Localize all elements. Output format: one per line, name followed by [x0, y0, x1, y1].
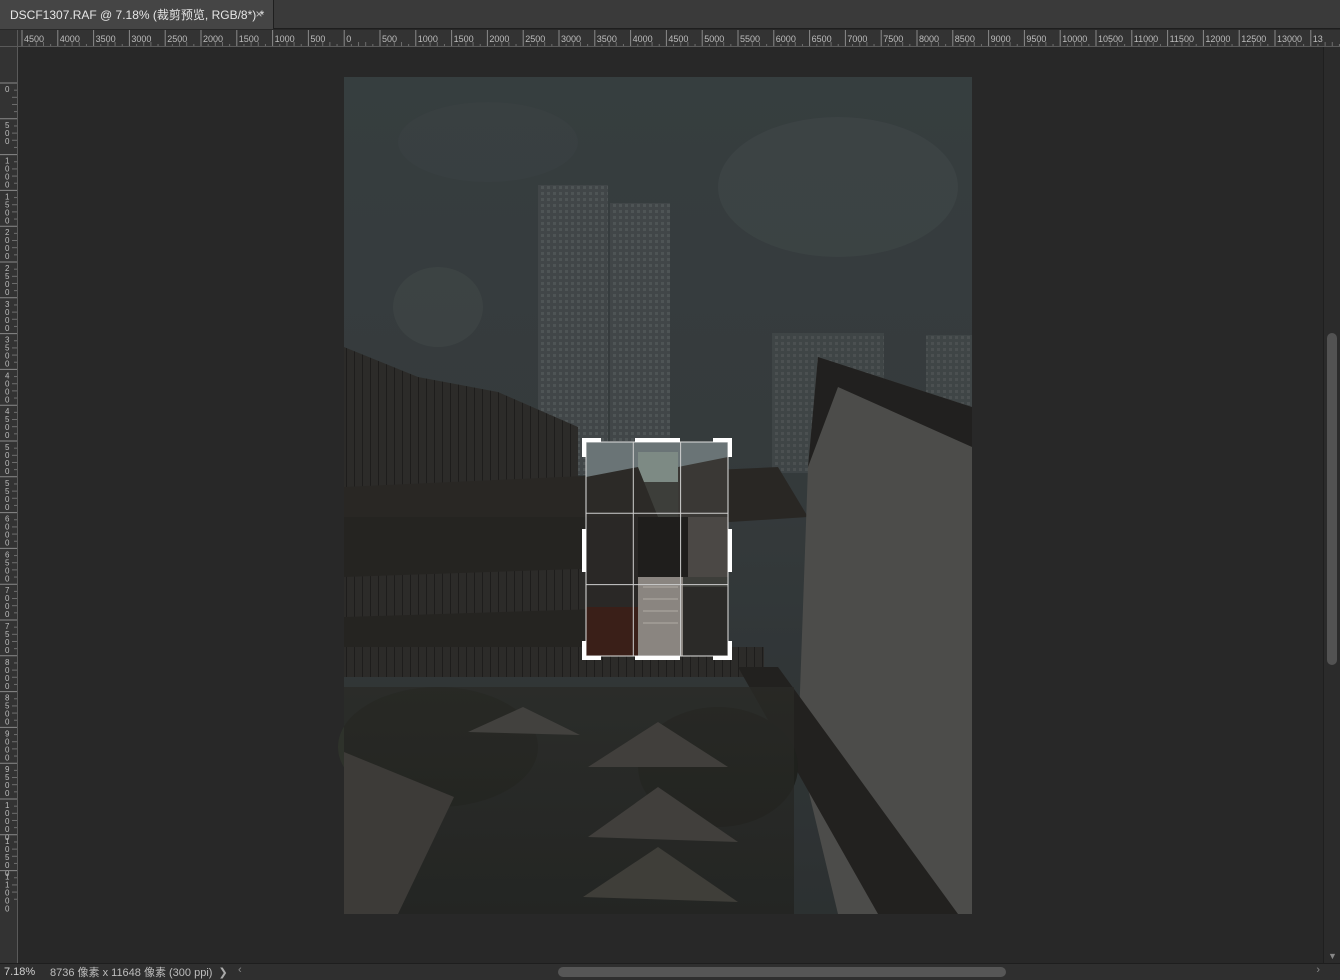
- ruler-label: 0: [5, 252, 10, 261]
- ruler-label: 3000: [131, 34, 151, 44]
- ruler-label: 4500: [24, 34, 44, 44]
- ruler-label: 0: [346, 34, 351, 44]
- ruler-label: 6000: [776, 34, 796, 44]
- document-tab-bar: DSCF1307.RAF @ 7.18% (裁剪预览, RGB/8*) * ×: [0, 0, 1340, 29]
- ruler-label: 0: [5, 610, 10, 619]
- close-icon[interactable]: ×: [253, 8, 265, 20]
- ruler-label: 1000: [275, 34, 295, 44]
- ruler-label: 0: [5, 467, 10, 476]
- ruler-label: 0: [5, 137, 10, 146]
- ruler-label: 4500: [668, 34, 688, 44]
- ruler-label: 0: [5, 682, 10, 691]
- ruler-label: 0: [5, 503, 10, 512]
- ruler-label: 0: [5, 216, 10, 225]
- ruler-label: 9000: [991, 34, 1011, 44]
- vertical-ruler[interactable]: 0500100015002000250030003500400045005000…: [0, 47, 18, 963]
- ruler-label: 0: [5, 288, 10, 297]
- horizontal-scroll-thumb[interactable]: [558, 967, 1006, 977]
- ruler-label: 13: [1313, 34, 1323, 44]
- ruler-label: 8000: [919, 34, 939, 44]
- ruler-label: 9500: [1026, 34, 1046, 44]
- ruler-label: 3000: [561, 34, 581, 44]
- ruler-label: 1500: [454, 34, 474, 44]
- ruler-label: 5000: [704, 34, 724, 44]
- ruler-label: 10500: [1098, 34, 1123, 44]
- ruler-label: 12500: [1241, 34, 1266, 44]
- ruler-label: 2000: [489, 34, 509, 44]
- ruler-label: 3500: [96, 34, 116, 44]
- ruler-label: 500: [382, 34, 397, 44]
- ruler-label: 0: [5, 789, 10, 798]
- ruler-label: 1500: [239, 34, 259, 44]
- document-info: 8736 像素 x 11648 像素 (300 ppi): [50, 967, 213, 979]
- ruler-label: 0: [5, 753, 10, 762]
- ruler-label: 13000: [1277, 34, 1302, 44]
- scroll-left-icon[interactable]: ‹: [238, 964, 242, 976]
- ruler-label: 0: [5, 85, 10, 94]
- crop-preview: [586, 442, 728, 656]
- ruler-label: 5500: [740, 34, 760, 44]
- document-tab-title: DSCF1307.RAF @ 7.18% (裁剪预览, RGB/8*) *: [10, 8, 265, 22]
- ruler-label: 0: [5, 431, 10, 440]
- ruler-label: 7500: [883, 34, 903, 44]
- scroll-down-icon[interactable]: ▼: [1328, 951, 1337, 961]
- document-tab[interactable]: DSCF1307.RAF @ 7.18% (裁剪预览, RGB/8*) * ×: [0, 0, 274, 29]
- ruler-label: 11000: [1134, 34, 1158, 44]
- ruler-label: 0: [5, 574, 10, 583]
- ruler-label: 7000: [847, 34, 867, 44]
- horizontal-ruler-scale: 4500 4000 3500 3000 2500 2000 1500 1000 500 0 500 1…: [21, 30, 1340, 46]
- ruler-label: 0: [5, 181, 10, 190]
- horizontal-ruler[interactable]: 4500 4000 3500 3000 2500 2000 1500 1000 500 0 500 1…: [18, 30, 1340, 47]
- ruler-label: 4000: [633, 34, 653, 44]
- ruler-label: 6500: [812, 34, 832, 44]
- ruler-label: 0: [5, 905, 10, 914]
- ruler-label: 0: [5, 539, 10, 548]
- vertical-ruler-scale: 0500100015002000250030003500400045005000…: [0, 82, 17, 914]
- ruler-label: 0: [5, 360, 10, 369]
- ruler-label: 0: [5, 395, 10, 404]
- horizontal-scrollbar[interactable]: ‹ ›: [236, 964, 1324, 980]
- vertical-scrollbar[interactable]: ▼: [1323, 47, 1340, 963]
- ruler-label: 11500: [1170, 34, 1194, 44]
- ruler-label: 0: [5, 646, 10, 655]
- ruler-label: 2500: [167, 34, 187, 44]
- ruler-label: 2000: [203, 34, 223, 44]
- zoom-level-field[interactable]: 7.18%: [0, 966, 46, 978]
- ruler-label: 8500: [955, 34, 975, 44]
- ruler-label: 12000: [1205, 34, 1230, 44]
- ruler-label: 3500: [597, 34, 617, 44]
- status-bar: 7.18% 8736 像素 x 11648 像素 (300 ppi) ❯ ‹ ›: [0, 963, 1340, 980]
- ruler-label: 2500: [525, 34, 545, 44]
- canvas-area[interactable]: [18, 47, 1323, 963]
- ruler-label: 1000: [418, 34, 438, 44]
- ruler-label: 500: [310, 34, 325, 44]
- scroll-right-icon[interactable]: ›: [1316, 964, 1320, 976]
- ruler-label: 4000: [60, 34, 80, 44]
- ruler-origin[interactable]: [0, 30, 18, 47]
- vertical-scroll-thumb[interactable]: [1327, 333, 1337, 665]
- ruler-label: 10000: [1062, 34, 1087, 44]
- status-menu-arrow-icon[interactable]: ❯: [218, 966, 227, 979]
- canvas-svg: [338, 77, 972, 914]
- ruler-label: 0: [5, 718, 10, 727]
- ruler-label: 0: [5, 324, 10, 333]
